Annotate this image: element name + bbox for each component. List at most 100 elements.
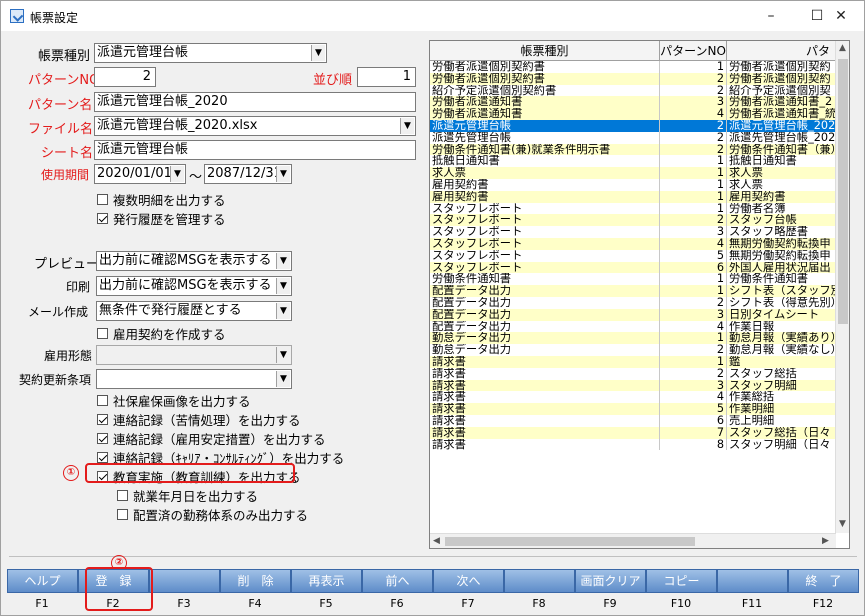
table-row[interactable]: 勤怠データ出力 1 勤怠月報（実績あり） <box>430 332 837 345</box>
checkbox-assigned-only[interactable]: 配置済の勤務体系のみ出力する <box>117 505 308 524</box>
table-cell: 1 <box>660 332 727 345</box>
preview-select[interactable]: 出力前に確認MSGを表示する ▼ <box>96 251 292 271</box>
checkbox-icon[interactable] <box>97 213 108 224</box>
mail-select[interactable]: 無条件で発行履歴とする ▼ <box>96 301 292 321</box>
table-row[interactable]: 請求書 2 スタッフ総括 <box>430 367 837 380</box>
fkey-button-f1[interactable]: ヘルプ <box>7 569 78 593</box>
checkbox-icon[interactable] <box>97 452 108 463</box>
table-row[interactable]: スタッフレポート 1 労働者名簿 <box>430 202 837 215</box>
table-row[interactable]: 求人票 1 求人票 <box>430 167 837 179</box>
table-row[interactable]: 配置データ出力 1 シフト表（スタッフ別 <box>430 285 837 297</box>
checkbox-icon[interactable] <box>97 328 108 339</box>
table-row[interactable]: 請求書 4 作業総括 <box>430 391 837 404</box>
file-name-select[interactable]: 派遣元管理台帳_2020.xlsx ▼ <box>94 116 416 136</box>
horizontal-scrollbar[interactable]: ◀ ▶ <box>430 533 836 548</box>
table-row[interactable]: 請求書 3 スタッフ明細 <box>430 379 837 392</box>
fkey-button-f6[interactable]: 前へ <box>362 569 433 593</box>
grid-header-pattern[interactable]: パタ <box>727 41 837 61</box>
table-row[interactable]: 雇用契約書 1 雇用契約書 <box>430 190 837 203</box>
checkbox-multi-detail[interactable]: 複数明細を出力する <box>97 190 226 209</box>
table-row[interactable]: スタッフレポート 2 スタッフ台帳 <box>430 214 837 227</box>
form-type-select[interactable]: 派遣元管理台帳 ▼ <box>94 43 327 63</box>
table-row[interactable]: スタッフレポート 3 スタッフ略歴書 <box>430 226 837 238</box>
table-row[interactable]: スタッフレポート 6 外国人雇用状況届出 <box>430 261 837 274</box>
checkbox-issue-history[interactable]: 発行履歴を管理する <box>97 209 226 228</box>
fkey-label-f7: F7 <box>461 597 475 610</box>
table-cell: 1 <box>660 155 727 168</box>
table-row[interactable]: 勤怠データ出力 2 勤怠月報（実績なし） <box>430 344 837 356</box>
table-cell: 請求書 <box>430 355 660 368</box>
fkey-button-f3[interactable] <box>149 569 220 593</box>
table-row[interactable]: 労働者派遣通知書 4 労働者派遣通知書_統 <box>430 108 837 120</box>
table-row[interactable]: スタッフレポート 5 無期労働契約転換申 <box>430 249 837 262</box>
table-row[interactable]: 配置データ出力 2 シフト表（得意先別） <box>430 296 837 309</box>
scroll-right-icon[interactable]: ▶ <box>822 536 829 546</box>
table-row[interactable]: 労働条件通知書 1 労働条件通知書 <box>430 273 837 286</box>
order-input[interactable]: 1 <box>357 67 416 87</box>
fkey-button-f10[interactable]: コピー <box>646 569 717 593</box>
grid-header-form-type[interactable]: 帳票種別 <box>430 41 660 61</box>
checkbox-employment-contract[interactable]: 雇用契約を作成する <box>97 324 226 343</box>
table-cell: 6 <box>660 261 727 274</box>
scroll-left-icon[interactable]: ◀ <box>433 536 440 546</box>
table-row[interactable]: 請求書 7 スタッフ総括（日々 <box>430 426 837 439</box>
employment-type-select[interactable]: ▼ <box>96 345 292 365</box>
table-cell: 労働者派遣通知書 <box>430 108 660 120</box>
fkey-button-f8[interactable] <box>504 569 575 593</box>
table-row[interactable]: 請求書 8 スタッフ明細（日々 <box>430 438 837 451</box>
table-row[interactable]: 派遣先管理台帳 2 派遣先管理台帳_202 <box>430 131 837 144</box>
scroll-thumb-h[interactable] <box>445 537 695 546</box>
checkbox-icon[interactable] <box>97 433 108 444</box>
table-row[interactable]: 労働者派遣個別契約書 2 労働者派遣個別契約 <box>430 72 837 85</box>
table-row[interactable]: 配置データ出力 4 作業日報 <box>430 320 837 333</box>
table-row[interactable]: 派遣元管理台帳 2 派遣元管理台帳_202 <box>430 119 837 132</box>
fkey-button-f5[interactable]: 再表示 <box>291 569 362 593</box>
checkbox-icon[interactable] <box>117 490 128 501</box>
form-list-grid[interactable]: 帳票種別 パターンNO パタ 労働者派遣個別契約書 1 労働者派遣個別契約 労働者派遣… <box>429 40 850 549</box>
table-row[interactable]: 請求書 1 鑑 <box>430 355 837 368</box>
checkbox-contact-complaint[interactable]: 連絡記録（苦情処理）を出力する <box>97 410 301 429</box>
table-row[interactable]: 紹介予定派遣個別契約書 2 紹介予定派遣個別契 <box>430 84 837 97</box>
fkey-button-f7[interactable]: 次へ <box>433 569 504 593</box>
table-row[interactable]: 請求書 5 作業明細 <box>430 403 837 415</box>
table-row[interactable]: 配置データ出力 3 日別タイムシート <box>430 308 837 321</box>
table-row[interactable]: 労働者派遣通知書 3 労働者派遣通知書_2 <box>430 96 837 109</box>
fkey-label-f1: F1 <box>35 597 49 610</box>
scroll-down-icon[interactable]: ▼ <box>839 519 846 529</box>
checkbox-icon[interactable] <box>117 509 128 520</box>
fkey-button-f4[interactable]: 削 除 <box>220 569 291 593</box>
table-row[interactable]: 抵触日通知書 1 抵触日通知書 <box>430 155 837 168</box>
fkey-button-f11[interactable] <box>717 569 788 593</box>
contract-renewal-select[interactable]: ▼ <box>96 369 292 389</box>
table-row[interactable]: 労働者派遣個別契約書 1 労働者派遣個別契約 <box>430 61 837 73</box>
table-cell: 抵触日通知書 <box>430 155 660 168</box>
fkey-button-f12[interactable]: 終 了 <box>788 569 859 593</box>
vertical-scrollbar[interactable]: ▲ ▼ <box>835 41 849 533</box>
fkey-label-f12: F12 <box>812 597 834 610</box>
fkey-button-f9[interactable]: 画面クリア <box>575 569 646 593</box>
scroll-thumb[interactable] <box>838 59 848 324</box>
table-row[interactable]: スタッフレポート 4 無期労働契約転換申 <box>430 237 837 250</box>
minimize-button[interactable]: – <box>748 1 794 31</box>
grid-header-pattern-no[interactable]: パターンNO <box>660 41 727 61</box>
sheet-name-label: シート名 <box>41 146 94 161</box>
table-cell: 雇用契約書 <box>430 190 660 203</box>
checkbox-contact-employment[interactable]: 連絡記録（雇用安定措置）を出力する <box>97 429 326 448</box>
period-to-select[interactable]: 2087/12/31 ▼ <box>204 164 292 184</box>
table-row[interactable]: 労働条件通知書(兼)就業条件明示書 2 労働条件通知書（兼） <box>430 143 837 156</box>
period-from-select[interactable]: 2020/01/01 ▼ <box>94 164 186 184</box>
checkbox-insurance-image[interactable]: 社保雇保画像を出力する <box>97 391 251 410</box>
pattern-name-input[interactable]: 派遣元管理台帳_2020 <box>94 92 416 112</box>
table-row[interactable]: 雇用契約書 1 求人票 <box>430 178 837 191</box>
print-select[interactable]: 出力前に確認MSGを表示する ▼ <box>96 276 292 296</box>
checkbox-icon[interactable] <box>97 414 108 425</box>
checkbox-icon[interactable] <box>97 194 108 205</box>
table-cell: 労働条件通知書 <box>727 273 837 286</box>
checkbox-work-date[interactable]: 就業年月日を出力する <box>117 486 258 505</box>
close-button[interactable]: ✕ <box>818 1 864 31</box>
pattern-no-input[interactable]: 2 <box>94 67 156 87</box>
checkbox-icon[interactable] <box>97 395 108 406</box>
table-row[interactable]: 請求書 6 売上明細 <box>430 414 837 427</box>
scroll-up-icon[interactable]: ▲ <box>839 43 846 53</box>
sheet-name-input[interactable]: 派遣元管理台帳 <box>94 140 416 160</box>
